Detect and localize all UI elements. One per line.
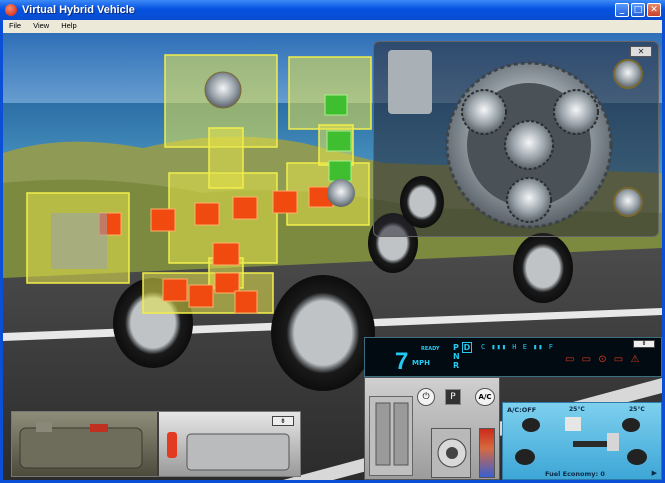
fuel-tank-view: [12, 412, 157, 476]
gear-panel-close-button[interactable]: ✕: [630, 46, 652, 57]
battery-panel-button[interactable]: ⇟: [272, 416, 294, 426]
gear-r: R: [453, 361, 460, 370]
planetary-gear-panel: ✕: [373, 41, 659, 237]
bearing-top: [204, 71, 242, 109]
power-button[interactable]: ⏻: [417, 388, 435, 406]
title-bar[interactable]: Virtual Hybrid Vehicle _ □ ✕: [0, 0, 665, 20]
gear-selector-indicator: P D N R: [453, 342, 473, 370]
dashboard: ⇟ 7 MPH READY P D N R C ▮▮▮ H E ▮▮ F ▭ ▭…: [364, 337, 662, 480]
outside-temperature: 25°C: [629, 406, 645, 413]
engine-block: [51, 213, 107, 269]
pedal-controls[interactable]: [369, 396, 413, 476]
inside-temperature: 25°C: [569, 406, 585, 413]
battery-view: ⇟: [159, 412, 300, 476]
driver-controls: ⏻ P A/C: [364, 377, 500, 480]
planet-gear-right: [553, 89, 599, 135]
engine-pistons-icon: [388, 50, 432, 114]
ready-indicator: READY: [421, 346, 440, 352]
temperature-icon: [167, 432, 177, 458]
planetary-gear-graphic: [388, 50, 643, 229]
planet-gear-top: [461, 89, 507, 135]
gear-shifter[interactable]: [431, 428, 471, 478]
menu-view[interactable]: View: [27, 20, 55, 33]
next-icon[interactable]: ▶: [652, 469, 657, 477]
component-panel: ⇟: [11, 411, 301, 477]
close-button[interactable]: ✕: [647, 3, 661, 17]
front-left-tire: [271, 275, 375, 391]
gear-p: P: [453, 343, 459, 352]
green-flow-blocks: [324, 94, 352, 182]
minimize-button[interactable]: _: [615, 3, 629, 17]
menu-bar: File View Help: [3, 20, 662, 33]
speed-unit: MPH: [412, 359, 430, 367]
menu-file[interactable]: File: [3, 20, 27, 33]
maximize-button[interactable]: □: [631, 3, 645, 17]
bearing-right: [327, 179, 355, 207]
planet-gear-bottom: [506, 177, 552, 223]
power-icon: ⏻: [422, 392, 430, 402]
app-icon: [5, 4, 17, 16]
gear-panel-bearing-top: [613, 59, 643, 89]
park-button[interactable]: P: [445, 389, 461, 405]
fuel-tank-icon: [19, 422, 143, 469]
pedals-icon: [375, 402, 409, 466]
ac-button[interactable]: A/C: [475, 388, 495, 406]
sun-gear: [504, 120, 554, 170]
gear-n: N: [453, 352, 460, 361]
fuel-economy: Fuel Economy: 0: [545, 470, 605, 478]
speed-readout: 7: [395, 348, 409, 375]
gear-d: D: [461, 342, 473, 353]
window-title: Virtual Hybrid Vehicle: [22, 4, 135, 16]
app-window: Virtual Hybrid Vehicle _ □ ✕ File View H…: [0, 0, 665, 483]
gear-panel-tire-icon: [400, 176, 444, 228]
energy-monitor: A/C:OFF 25°C 25°C Fuel Economy: 0 ▶: [502, 402, 662, 480]
fuel-gauge: E ▮▮ F: [522, 343, 555, 351]
front-right-tire: [513, 233, 573, 303]
gauges: C ▮▮▮ H E ▮▮ F: [481, 343, 554, 351]
shifter-knob-icon: [437, 438, 467, 468]
simulation-viewport: ✕ ⇟ ⇟ 7 MPH READY P D N R C ▮▮▮ H E ▮▮ F…: [3, 33, 662, 480]
instrument-cluster: ⇟ 7 MPH READY P D N R C ▮▮▮ H E ▮▮ F ▭ ▭…: [364, 337, 662, 377]
window-controls: _ □ ✕: [615, 3, 661, 17]
menu-help[interactable]: Help: [55, 20, 82, 33]
gear-panel-bearing-bottom: [613, 187, 643, 217]
ac-status: A/C:OFF: [507, 406, 537, 414]
warning-lights: ▭ ▭ ⊙ ▭ ⚠: [565, 354, 642, 365]
climate-slider[interactable]: [479, 428, 495, 478]
dashboard-close-button[interactable]: ⇟: [633, 340, 655, 348]
temperature-gauge: C ▮▮▮ H: [481, 343, 518, 351]
